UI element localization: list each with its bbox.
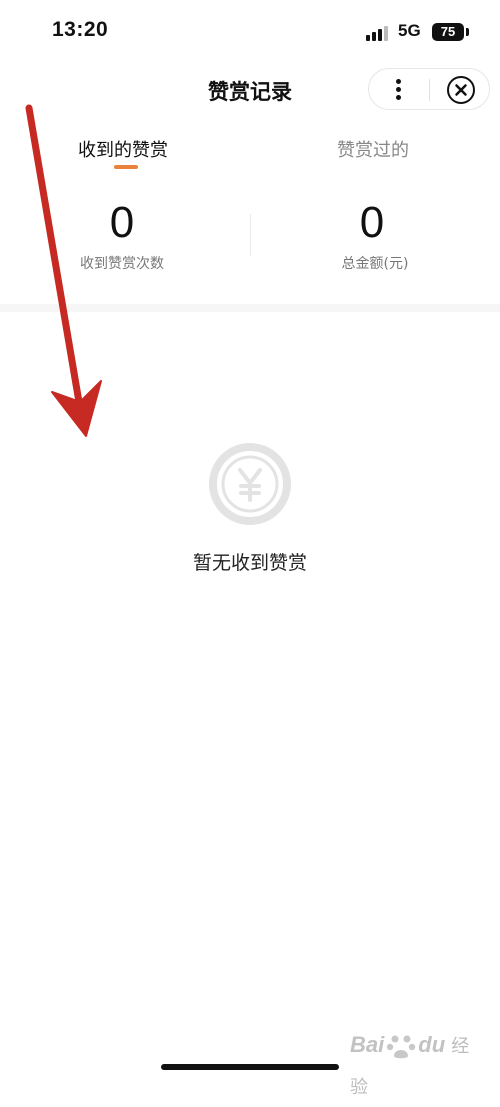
nav-bar: 赞赏记录 (0, 64, 500, 116)
tab-received-rewards[interactable]: 收到的赞赏 (78, 136, 168, 162)
stats-divider (250, 214, 251, 256)
more-dots-icon (396, 79, 401, 84)
status-bar: 13:20 5G 75 (0, 0, 500, 64)
home-indicator[interactable] (161, 1064, 339, 1070)
close-button[interactable] (433, 69, 489, 109)
status-time: 13:20 (52, 18, 109, 41)
empty-state: 暂无收到赞赏 (0, 312, 500, 1012)
section-gap (0, 304, 500, 312)
capsule-divider (429, 79, 430, 101)
total-amount-value: 0 (359, 198, 385, 247)
active-tab-indicator (114, 165, 138, 169)
more-dot (396, 87, 401, 92)
more-button[interactable] (369, 69, 429, 109)
paw-icon (387, 1035, 416, 1059)
reward-count-value: 0 (109, 198, 135, 247)
yen-coin-icon (209, 443, 291, 525)
watermark-brand-suffix: du (418, 1032, 446, 1057)
baidu-watermark: Bai du 经验 (350, 1025, 480, 1097)
more-dot (396, 95, 401, 100)
reward-count-label: 收到赞赏次数 (80, 256, 164, 272)
battery-icon: 75 (432, 23, 464, 41)
reward-summary: 收到的赞赏 赞赏过的 0 收到赞赏次数 0 总金额(元) (0, 116, 500, 304)
tab-given-rewards[interactable]: 赞赏过的 (337, 136, 409, 162)
empty-state-text: 暂无收到赞赏 (192, 552, 307, 574)
battery-cap (466, 28, 469, 36)
watermark-brand: Bai (350, 1032, 385, 1057)
mini-program-capsule (368, 68, 490, 110)
total-amount-label: 总金额(元) (341, 256, 409, 272)
close-circle-icon (447, 76, 475, 104)
signal-icon (366, 25, 392, 41)
network-label: 5G (398, 21, 421, 40)
